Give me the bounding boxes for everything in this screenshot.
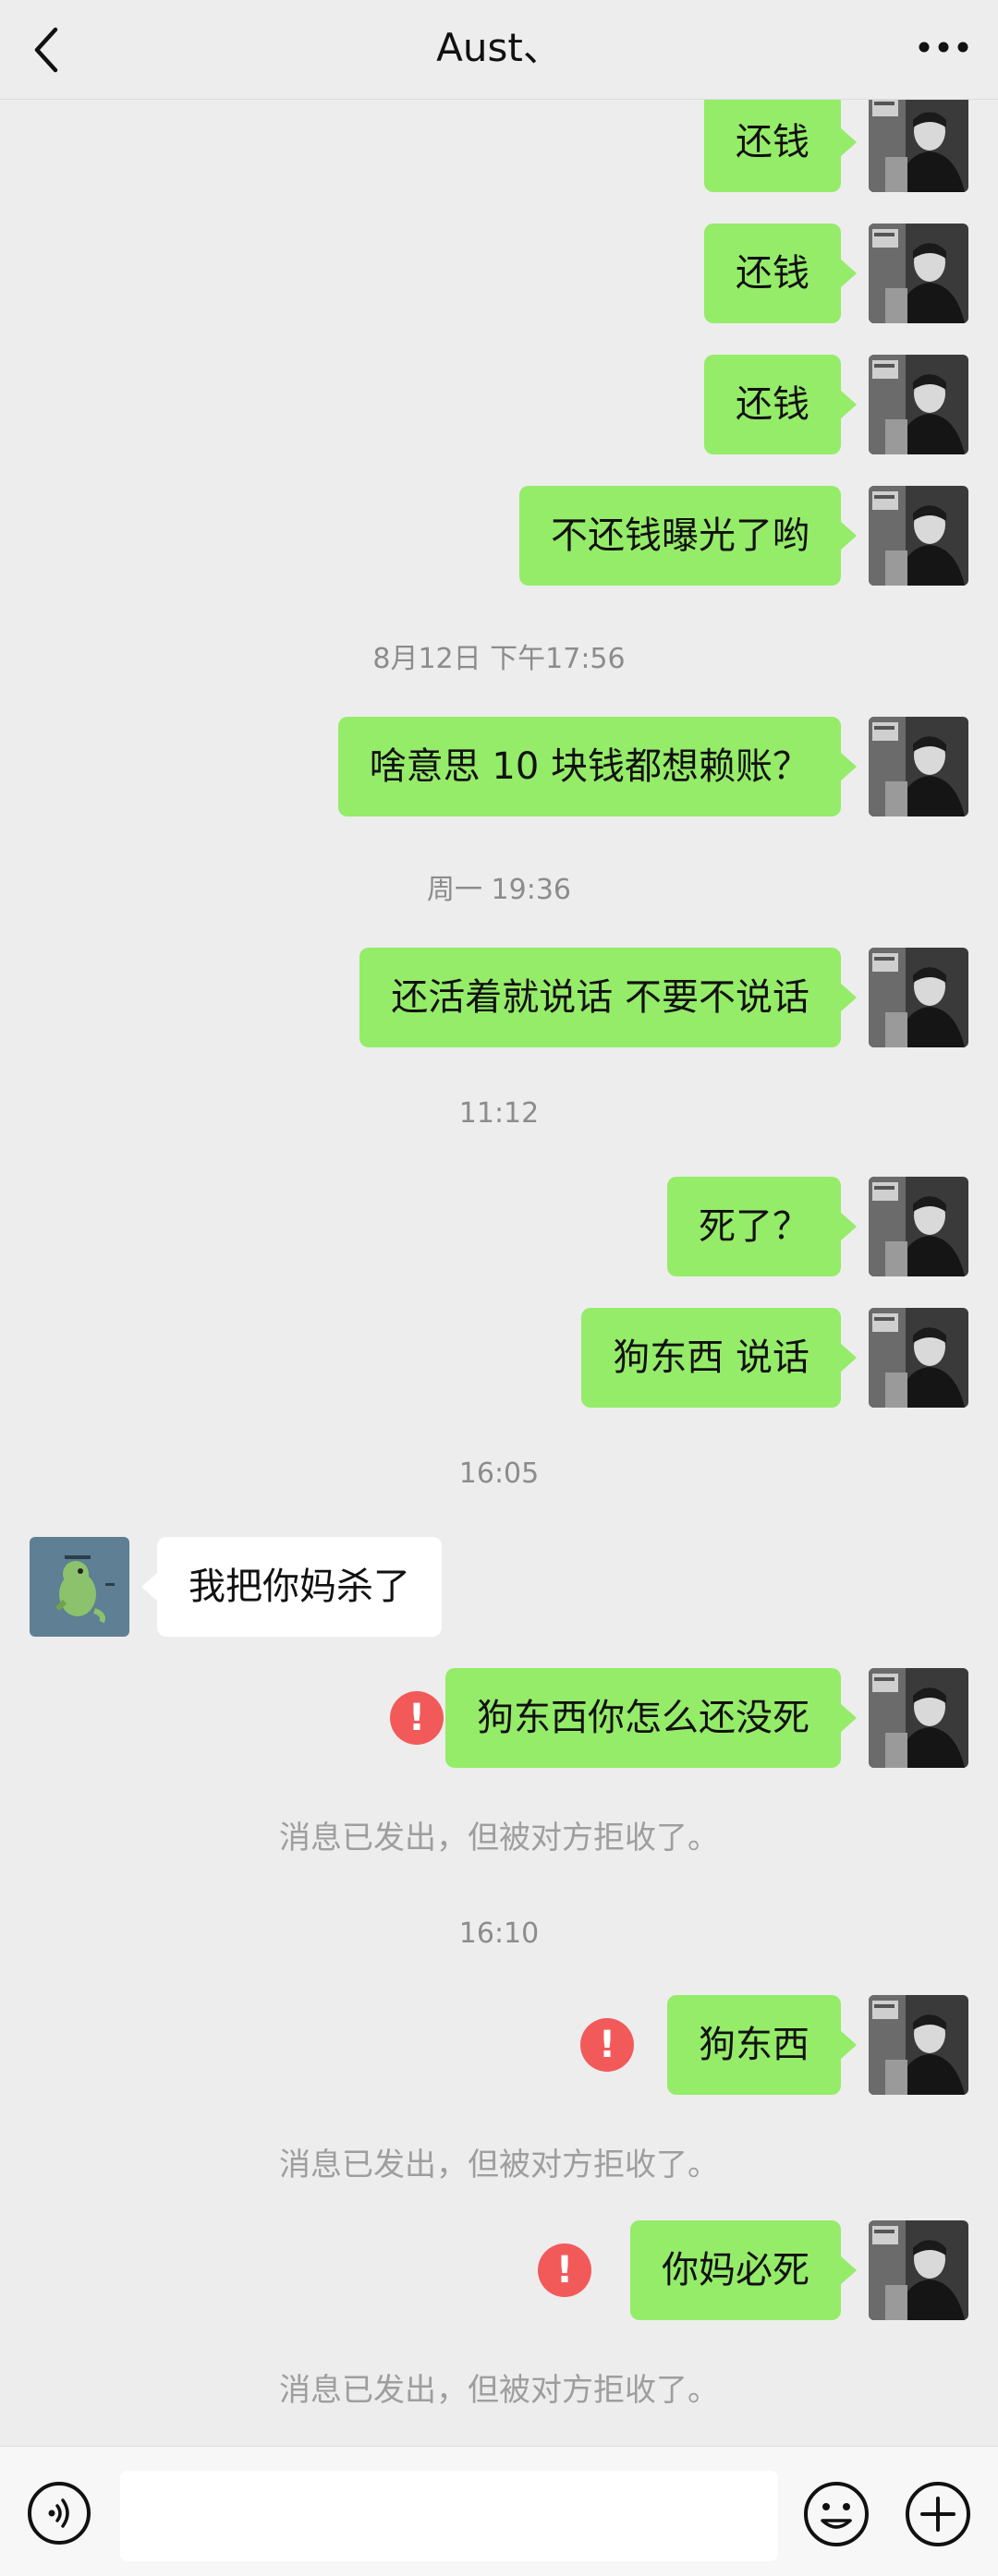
rejected-notice: 消息已发出，但被对方拒收了。 [279, 2147, 719, 2183]
chat-title: Aust、 [436, 25, 562, 70]
sent-message-bubble[interactable]: 还钱 [704, 355, 857, 454]
my-avatar[interactable] [869, 355, 968, 454]
voice-button[interactable] [26, 2480, 92, 2546]
rejected-notice: 消息已发出，但被对方拒收了。 [279, 2372, 719, 2409]
message-list[interactable]: 还钱 还钱 还钱 不还钱曝光了哟 8月12日 下午17:56 啥意思 10 块钱… [0, 100, 998, 2446]
error-icon[interactable]: ! [538, 2243, 591, 2297]
emoji-button[interactable] [802, 2480, 870, 2548]
sent-message-bubble[interactable]: 啥意思 10 块钱都想赖账？ [337, 717, 858, 816]
rejected-notice: 消息已发出，但被对方拒收了。 [279, 1820, 719, 1856]
timestamp: 16:05 [458, 1457, 540, 1490]
more-button[interactable] [911, 24, 976, 70]
my-avatar[interactable] [869, 486, 968, 586]
sent-message-bubble[interactable]: 狗东西 [667, 1995, 857, 2095]
voice-icon [28, 2482, 91, 2545]
more-horizontal-icon [919, 42, 968, 53]
sent-message-bubble[interactable]: 还钱 [704, 100, 857, 192]
error-icon[interactable]: ! [390, 1691, 444, 1745]
my-avatar[interactable] [869, 1308, 968, 1408]
message-input[interactable] [120, 2471, 778, 2561]
timestamp: 11:12 [458, 1097, 540, 1130]
sent-message-bubble[interactable]: 死了？ [667, 1177, 857, 1276]
my-avatar[interactable] [869, 717, 968, 816]
received-message-bubble[interactable]: 我把你妈杀了 [141, 1537, 442, 1637]
timestamp: 8月12日 下午17:56 [372, 643, 626, 675]
my-avatar[interactable] [869, 1668, 968, 1768]
chat-header: Aust、 [0, 0, 998, 100]
input-bar [0, 2446, 998, 2576]
my-avatar[interactable] [869, 948, 968, 1047]
my-avatar[interactable] [869, 2220, 968, 2320]
error-icon[interactable]: ! [580, 2018, 634, 2072]
sent-message-bubble[interactable]: 还钱 [704, 224, 857, 323]
sent-message-bubble[interactable]: 你妈必死 [630, 2220, 857, 2320]
timestamp: 16:10 [458, 1917, 540, 1950]
timestamp: 周一 19:36 [427, 874, 571, 906]
my-avatar[interactable] [869, 224, 968, 323]
plus-icon [906, 2482, 970, 2546]
emoji-icon [804, 2482, 869, 2546]
sent-message-bubble[interactable]: 不还钱曝光了哟 [519, 486, 857, 586]
sent-message-bubble[interactable]: 狗东西 说话 [581, 1308, 857, 1408]
my-avatar[interactable] [869, 1177, 968, 1276]
sent-message-bubble[interactable]: 狗东西你怎么还没死 [445, 1668, 857, 1768]
contact-avatar[interactable] [30, 1537, 129, 1637]
my-avatar[interactable] [869, 1995, 968, 2095]
my-avatar[interactable] [869, 100, 968, 192]
more-functions-button[interactable] [904, 2480, 972, 2548]
sent-message-bubble[interactable]: 还活着就说话 不要不说话 [359, 948, 857, 1047]
